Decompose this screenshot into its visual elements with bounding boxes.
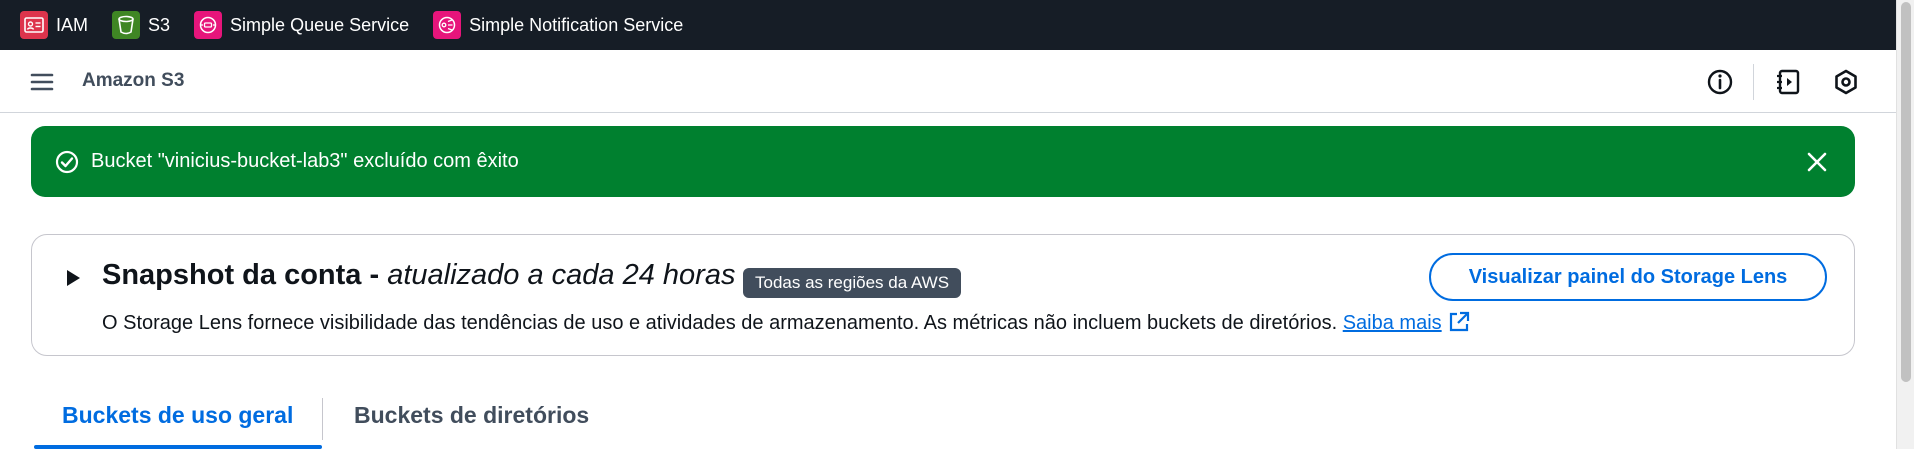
- info-icon[interactable]: [1706, 68, 1734, 96]
- regions-badge: Todas as regiões da AWS: [743, 268, 962, 298]
- learn-more-link[interactable]: Saiba mais: [1343, 312, 1442, 334]
- favorite-label: Simple Notification Service: [469, 14, 684, 35]
- success-flashbar: Bucket "vinicius-bucket-lab3" excluído c…: [31, 126, 1855, 197]
- snapshot-title: Snapshot da conta - atualizado a cada 24…: [102, 259, 735, 292]
- vertical-scrollbar[interactable]: [1896, 0, 1914, 449]
- favorite-sns[interactable]: Simple Notification Service: [433, 0, 683, 50]
- sns-icon: [433, 11, 462, 39]
- service-title[interactable]: Amazon S3: [82, 70, 184, 92]
- expand-caret-icon[interactable]: [65, 269, 81, 287]
- favorite-label: IAM: [56, 14, 89, 35]
- iam-icon: [20, 11, 48, 39]
- favorite-sqs[interactable]: Simple Queue Service: [194, 0, 409, 50]
- favorite-iam[interactable]: IAM: [20, 0, 88, 50]
- service-header: Amazon S3: [0, 50, 1896, 113]
- external-link-icon[interactable]: [1448, 311, 1470, 333]
- active-tab-indicator: [34, 445, 322, 449]
- scrollbar-thumb[interactable]: [1901, 2, 1911, 382]
- snapshot-title-bold: Snapshot da conta -: [102, 259, 388, 291]
- s3-bucket-icon: [112, 11, 141, 39]
- tab-directory-buckets[interactable]: Buckets de diretórios: [354, 402, 589, 429]
- favorite-label: Simple Queue Service: [230, 14, 410, 35]
- snapshot-description: O Storage Lens fornece visibilidade das …: [102, 311, 1470, 335]
- success-check-icon: [55, 150, 79, 174]
- favorites-bar: IAM S3 Simple Queue Service Simple Notif…: [0, 0, 1896, 50]
- favorite-s3[interactable]: S3: [112, 0, 170, 50]
- notes-icon[interactable]: [1775, 68, 1803, 96]
- account-snapshot-panel: Snapshot da conta - atualizado a cada 24…: [31, 234, 1855, 356]
- view-storage-lens-button[interactable]: Visualizar painel do Storage Lens: [1429, 253, 1827, 301]
- menu-icon[interactable]: [30, 70, 54, 94]
- snapshot-title-italic: atualizado a cada 24 horas: [387, 259, 736, 291]
- header-divider: [1753, 64, 1754, 100]
- settings-hexagon-icon[interactable]: [1832, 68, 1860, 96]
- tab-general-purpose-buckets[interactable]: Buckets de uso geral: [62, 402, 293, 429]
- description-text: O Storage Lens fornece visibilidade das …: [102, 312, 1338, 334]
- tab-divider: [322, 398, 323, 440]
- close-icon[interactable]: [1805, 150, 1829, 174]
- sqs-icon: [194, 11, 223, 39]
- favorite-label: S3: [148, 14, 171, 35]
- flash-message: Bucket "vinicius-bucket-lab3" excluído c…: [91, 150, 519, 172]
